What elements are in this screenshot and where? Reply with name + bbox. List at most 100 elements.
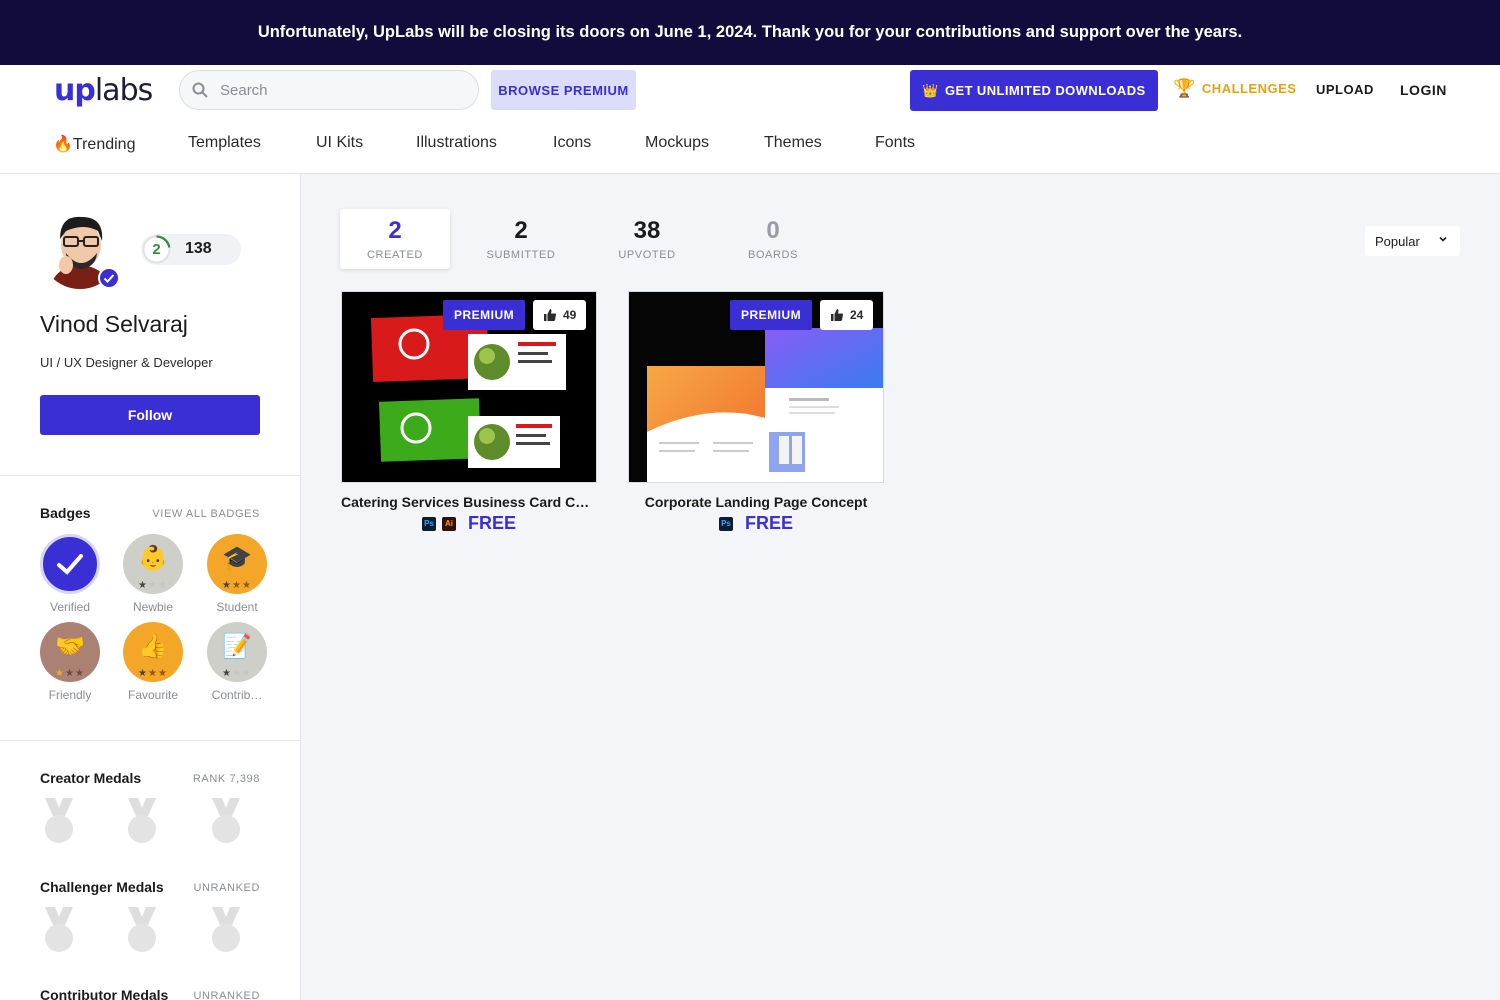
medal-icon [208,907,244,953]
stars-icon: ★★★ [222,668,252,679]
card-price-row: Ps FREE [628,513,884,534]
badge-label: Contrib… [211,688,263,702]
profile-stats-tabs: 2 CREATED 2 SUBMITTED 38 UPVOTED 0 BOARD… [340,209,820,269]
stat-label: SUBMITTED [486,249,556,261]
view-all-badges-link[interactable]: VIEW ALL BADGES [152,508,260,520]
search-input[interactable] [220,81,460,99]
badge-favourite[interactable]: 👍 ★★★ Favourite [120,622,186,702]
upvote-button[interactable]: 49 [533,300,587,330]
medal-icon [41,907,77,953]
card-thumbnail[interactable]: PREMIUM 24 [628,291,884,483]
logo-labs: labs [94,73,153,108]
badge-label: Newbie [132,600,174,614]
card-price-row: Ps Ai FREE [341,513,597,534]
thumbs-up-icon [831,309,843,321]
contributor-medals-title: Contributor Medals [40,987,169,1000]
stars-icon: ★★★ [138,580,168,591]
thumbs-up-icon [544,309,556,321]
stat-number: 0 [766,217,780,244]
upvote-button[interactable]: 24 [820,300,874,330]
stat-number: 2 [514,217,528,244]
divider [0,740,300,741]
profile-tagline: UI / UX Designer & Developer [40,355,213,370]
nav-illustrations[interactable]: Illustrations [416,134,497,152]
badge-verified-circle [40,534,100,594]
level-points-pill: 2 138 [141,234,241,265]
badge-friendly[interactable]: 🤝 ★★★ Friendly [37,622,103,702]
contributor-medals-rank: UNRANKED [193,990,260,1000]
stat-label: UPVOTED [618,249,676,261]
nav-mockups[interactable]: Mockups [645,134,709,152]
upload-link[interactable]: UPLOAD [1316,82,1374,97]
crown-icon: 👑 [922,82,939,98]
get-unlimited-label: GET UNLIMITED DOWNLOADS [945,83,1146,98]
creator-medals-rank: RANK 7,398 [192,773,260,785]
design-card[interactable]: PREMIUM 49 Catering Services Business Ca… [341,291,597,534]
tab-created[interactable]: 2 CREATED [340,209,450,269]
badge-student[interactable]: 🎓 ★★★ Student [204,534,270,614]
likes-count: 49 [563,308,577,322]
memo-icon: 📝 [222,633,252,660]
design-card[interactable]: PREMIUM 24 Corporate Landing Page Concep… [628,291,884,534]
check-icon [57,554,83,575]
badge-contributor[interactable]: 📝 ★★★ Contrib… [204,622,270,702]
tab-boards[interactable]: 0 BOARDS [718,209,828,269]
chevron-down-icon [1439,236,1447,242]
divider [0,475,300,476]
nav-ui-kits[interactable]: UI Kits [316,134,363,152]
card-price: FREE [467,513,516,533]
medal-icon [41,798,77,844]
card-title[interactable]: Catering Services Business Card Co… [341,494,597,510]
badge-contributor-circle: 📝 ★★★ [207,622,267,682]
stat-label: BOARDS [747,249,799,261]
premium-badge: PREMIUM [730,300,813,330]
login-link[interactable]: LOGIN [1400,82,1447,98]
badge-verified[interactable]: Verified [37,534,103,614]
verified-icon [98,267,120,289]
nav-themes[interactable]: Themes [764,134,822,152]
challenges-label: CHALLENGES [1201,81,1297,96]
creator-medals-title: Creator Medals [40,770,142,786]
challenger-medals-title: Challenger Medals [40,879,164,895]
search-box[interactable] [179,70,479,110]
stars-icon: ★★★ [138,668,168,679]
browse-premium-button[interactable]: BROWSE PREMIUM [491,70,636,110]
nav-trending[interactable]: 🔥Trending [53,134,135,154]
nav-fonts[interactable]: Fonts [875,134,915,152]
profile-name: Vinod Selvaraj [40,311,188,337]
challenges-link[interactable]: 🏆 CHALLENGES [1173,78,1296,99]
illustrator-icon: Ai [441,516,456,531]
badge-favourite-circle: 👍 ★★★ [123,622,183,682]
sort-value: Popular [1375,233,1420,249]
badge-friendly-circle: 🤝 ★★★ [40,622,100,682]
follow-button[interactable]: Follow [40,395,260,435]
points-count: 138 [185,240,212,257]
stat-label: CREATED [367,249,423,261]
card-thumbnail[interactable]: PREMIUM 49 [341,291,597,483]
stat-number: 38 [633,217,661,244]
photoshop-icon: Ps [718,516,733,531]
uplabs-logo[interactable]: uplabs [54,73,153,108]
nav-templates[interactable]: Templates [188,134,261,152]
tab-submitted[interactable]: 2 SUBMITTED [466,209,576,269]
card-price: FREE [744,513,793,533]
announcement-text: Unfortunately, UpLabs will be closing it… [257,23,1243,41]
get-unlimited-downloads-button[interactable]: 👑 GET UNLIMITED DOWNLOADS [910,70,1158,111]
medal-icon [208,798,244,844]
profile-sidebar: 2 138 Vinod Selvaraj UI / UX Designer & … [0,174,301,1000]
handshake-icon: 🤝 [55,633,85,660]
badge-label: Friendly [48,688,92,702]
stars-icon: ★★★ [55,668,85,679]
category-nav: 🔥Trending Templates UI Kits Illustration… [0,134,1500,156]
tab-upvoted[interactable]: 38 UPVOTED [592,209,702,269]
badge-newbie[interactable]: 👶 ★★★ Newbie [120,534,186,614]
trophy-icon: 🏆 [1173,78,1196,98]
card-title[interactable]: Corporate Landing Page Concept [628,494,884,510]
site-header: uplabs BROWSE PREMIUM 👑 GET UNLIMITED DO… [0,65,1500,174]
badge-student-circle: 🎓 ★★★ [207,534,267,594]
graduation-cap-icon: 🎓 [222,545,252,572]
badge-label: Favourite [127,688,179,702]
level-number: 2 [152,241,161,258]
sort-select[interactable]: Popular [1365,226,1460,256]
nav-icons[interactable]: Icons [553,134,591,152]
